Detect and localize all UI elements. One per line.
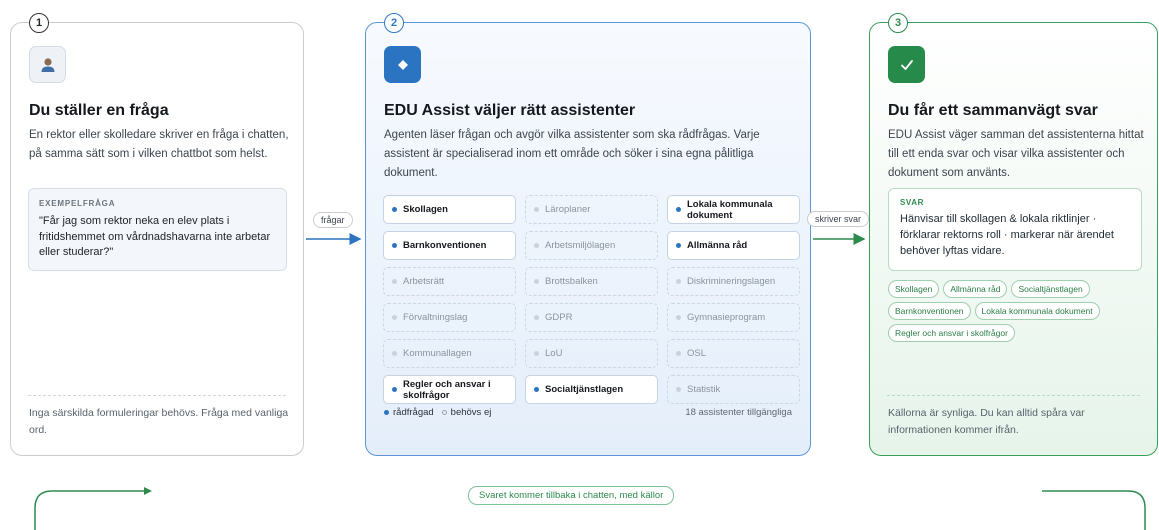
return-arrow-head xyxy=(144,487,152,495)
step-number: 2 xyxy=(384,13,404,33)
example-label: EXEMPELFRÅGA xyxy=(39,199,116,208)
assistant-label: Kommunallagen xyxy=(403,348,472,359)
source-tag: Skollagen xyxy=(888,280,940,298)
source-tag: Socialtjänstlagen xyxy=(1011,280,1090,298)
legend-not-needed: behövs ej xyxy=(450,407,492,418)
not-needed-dot-icon xyxy=(676,279,681,284)
card-title: Du ställer en fråga xyxy=(29,102,169,119)
assistant-chip: Läroplaner xyxy=(525,195,658,224)
assistant-grid: Skollagen Läroplaner Lokala kommunala doku… xyxy=(383,195,800,404)
assistant-label: Arbetsmiljölagen xyxy=(545,240,616,251)
diamond-icon xyxy=(384,46,421,83)
not-needed-dot-icon xyxy=(534,279,539,284)
available-count: 18 assistenter tillgängliga xyxy=(685,407,792,418)
assistant-label: Lokala kommunala dokument xyxy=(687,198,773,221)
assistant-label: Brottsbalken xyxy=(545,276,598,287)
divider xyxy=(28,395,286,396)
not-needed-dot-icon xyxy=(534,243,539,248)
person-icon xyxy=(29,46,66,83)
connector-label-writes-answer: skriver svar xyxy=(807,211,870,227)
assistant-chip: Socialtjänstlagen xyxy=(525,375,658,404)
assistant-chip: Regler och ansvar i skolfrågor xyxy=(383,375,516,404)
assistant-chip: LoU xyxy=(525,339,658,368)
assistant-label: Diskrimineringslagen xyxy=(687,276,776,287)
assistant-chip: Arbetsmiljölagen xyxy=(525,231,658,260)
not-needed-dot-icon xyxy=(392,351,397,356)
step1-card: 1 Du ställer en fråga En rektor eller sk… xyxy=(10,13,304,456)
assistant-chip: Brottsbalken xyxy=(525,267,658,296)
step-number: 1 xyxy=(29,13,49,33)
assistant-label: LoU xyxy=(545,348,563,359)
assistant-chip: Diskrimineringslagen xyxy=(667,267,800,296)
not-needed-dot-icon xyxy=(534,315,539,320)
not-needed-dot-icon xyxy=(441,410,447,415)
not-needed-dot-icon xyxy=(534,351,539,356)
consulted-dot-icon xyxy=(534,387,539,392)
assistant-label: Allmänna råd xyxy=(687,240,748,251)
not-needed-dot-icon xyxy=(392,315,397,320)
assistant-label: Socialtjänstlagen xyxy=(545,384,624,395)
return-loop-left xyxy=(34,490,150,530)
assistant-chip: Lokala kommunala dokument xyxy=(667,195,800,224)
step3-card: 3 Du får ett sammanvägt svar EDU Assist … xyxy=(869,13,1158,456)
card-title: Du får ett sammanvägt svar xyxy=(888,102,1098,119)
source-tags: Skollagen Allmänna råd Socialtjänstlagen Ba… xyxy=(888,280,1150,342)
example-question-box: EXEMPELFRÅGA "Får jag som rektor neka en… xyxy=(28,188,287,271)
answer-box: SVAR Hänvisar till skollagen & lokala ri… xyxy=(888,188,1142,271)
card-description: EDU Assist väger samman det assistentern… xyxy=(888,129,1144,179)
consulted-dot-icon xyxy=(392,387,397,392)
step2-card: 2 EDU Assist väljer rätt assistenter Age… xyxy=(365,13,811,456)
example-question-text: "Får jag som rektor neka en elev plats i… xyxy=(39,215,271,258)
consulted-dot-icon xyxy=(392,207,397,212)
source-tag: Regler och ansvar i skolfrågor xyxy=(888,324,1015,342)
assistant-chip: Förvaltningslag xyxy=(383,303,516,332)
assistant-label: OSL xyxy=(687,348,707,359)
assistant-label: GDPR xyxy=(545,312,573,323)
assistant-chip: Statistik xyxy=(667,375,800,404)
answer-text: Hänvisar till skollagen & lokala riktlin… xyxy=(900,213,1114,257)
divider xyxy=(887,395,1140,396)
consulted-dot-icon xyxy=(392,243,397,248)
card-footer: Källorna är synliga. Du kan alltid spåra… xyxy=(888,407,1085,436)
card-description: Agenten läser frågan och avgör vilka ass… xyxy=(384,129,760,179)
legend: rådfrågad behövs ej xyxy=(384,407,491,418)
assistant-chip: Skollagen xyxy=(383,195,516,224)
consulted-dot-icon xyxy=(384,410,389,415)
consulted-dot-icon xyxy=(676,243,681,248)
card-description: En rektor eller skolledare skriver en fr… xyxy=(29,129,289,160)
assistant-chip: Gymnasieprogram xyxy=(667,303,800,332)
not-needed-dot-icon xyxy=(676,387,681,392)
assistant-label: Statistik xyxy=(687,384,721,395)
not-needed-dot-icon xyxy=(676,315,681,320)
consulted-dot-icon xyxy=(676,207,681,212)
source-tag: Barnkonventionen xyxy=(888,302,971,320)
assistant-chip: GDPR xyxy=(525,303,658,332)
return-loop-right xyxy=(1042,490,1146,530)
assistant-chip: OSL xyxy=(667,339,800,368)
answer-label: SVAR xyxy=(900,198,925,207)
assistant-label: Gymnasieprogram xyxy=(687,312,766,323)
source-tag: Lokala kommunala dokument xyxy=(974,302,1100,320)
assistant-chip: Arbetsrätt xyxy=(383,267,516,296)
not-needed-dot-icon xyxy=(534,207,539,212)
card-footer: Inga särskilda formuleringar behövs. Frå… xyxy=(29,407,289,436)
connector-label-asks: frågar xyxy=(313,212,353,228)
assistant-label: Förvaltningslag xyxy=(403,312,468,323)
assistant-chip: Allmänna råd xyxy=(667,231,800,260)
not-needed-dot-icon xyxy=(676,351,681,356)
assistant-label: Skollagen xyxy=(403,204,448,215)
check-icon xyxy=(888,46,925,83)
assistant-label: Barnkonventionen xyxy=(403,240,487,251)
legend-consulted: rådfrågad xyxy=(393,407,434,418)
assistant-label: Läroplaner xyxy=(545,204,591,215)
assistant-label: Arbetsrätt xyxy=(403,276,445,287)
source-tag: Allmänna råd xyxy=(943,280,1008,298)
assistant-chip: Kommunallagen xyxy=(383,339,516,368)
assistant-label: Regler och ansvar i skolfrågor xyxy=(403,378,491,401)
assistant-chip: Barnkonventionen xyxy=(383,231,516,260)
card-title: EDU Assist väljer rätt assistenter xyxy=(384,102,636,119)
step-number: 3 xyxy=(888,13,908,33)
return-to-chat-label: Svaret kommer tillbaka i chatten, med kä… xyxy=(468,486,675,505)
not-needed-dot-icon xyxy=(392,279,397,284)
